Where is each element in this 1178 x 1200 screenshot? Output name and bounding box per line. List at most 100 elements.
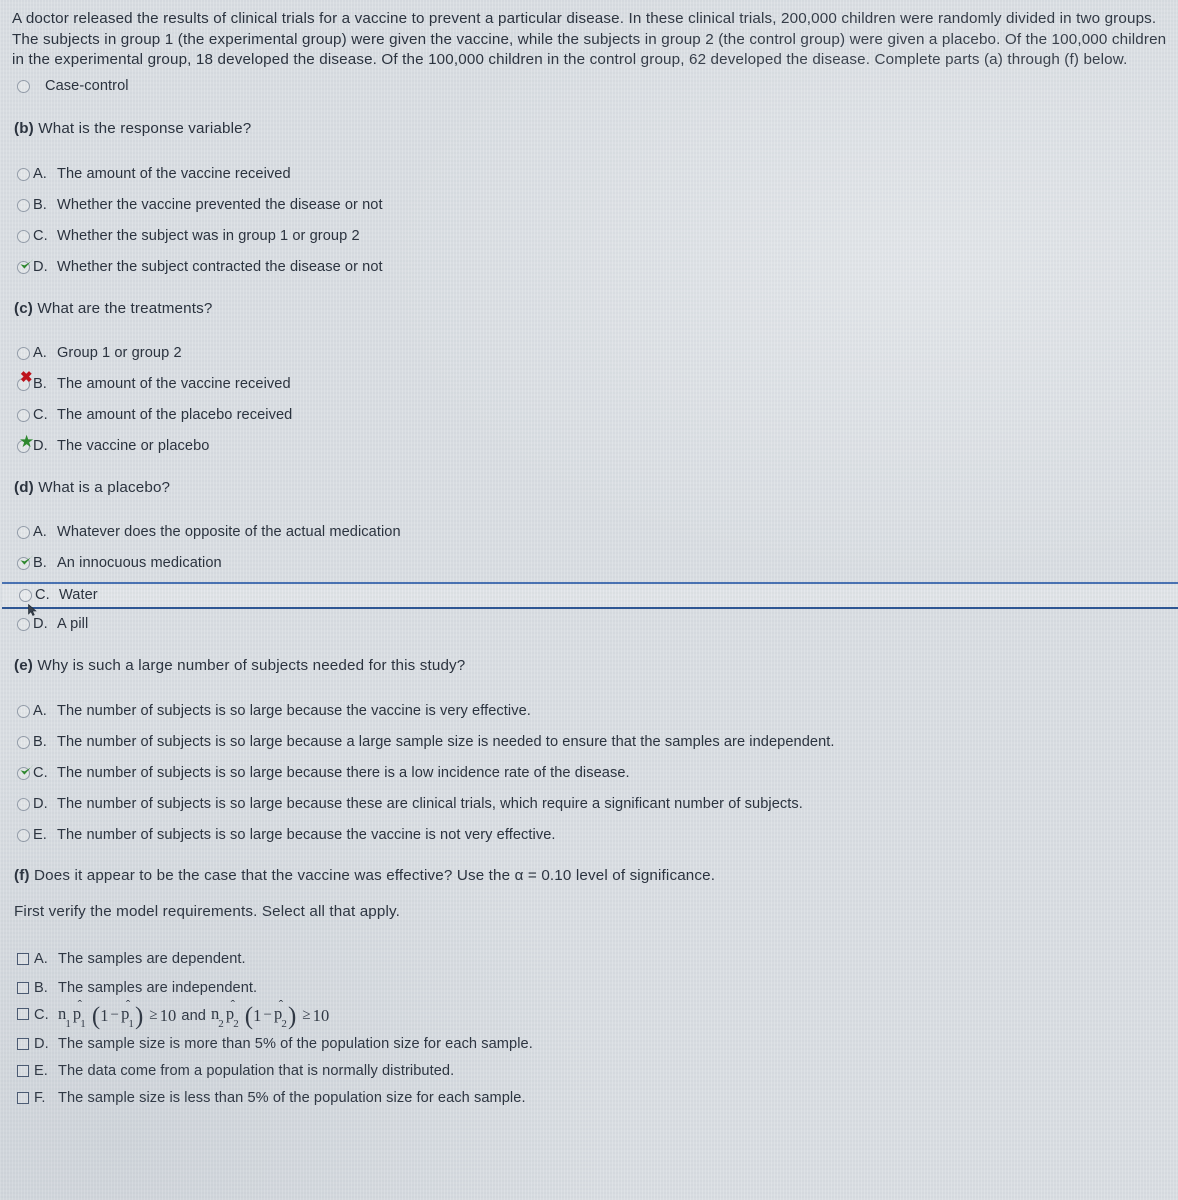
option-f-c[interactable]: C. n1 ˆ p1 ( 1 − ˆ p1 ) ≥ 10 and n2 ˆ p2 ( … [0, 996, 1178, 1031]
option-f-a[interactable]: A. The samples are dependent. [0, 950, 1178, 969]
question-e-text: Why is such a large number of subjects n… [37, 656, 466, 674]
radio-d-a[interactable] [16, 524, 33, 541]
option-label: The amount of the placebo received [57, 406, 293, 423]
option-b-b[interactable]: B. Whether the vaccine prevented the dis… [0, 196, 1178, 215]
question-f-text: Does it appear to be the case that the v… [34, 866, 716, 884]
radio-b-b[interactable] [16, 197, 33, 214]
paren-close-2: ) [287, 1003, 297, 1031]
radio-e-d[interactable] [16, 796, 33, 813]
option-letter: E. [33, 826, 47, 843]
option-letter: B. [33, 196, 47, 213]
option-label: The samples are independent. [58, 979, 258, 996]
option-b-a[interactable]: A. The amount of the vaccine received [0, 165, 1178, 184]
radio-c-a[interactable] [16, 345, 33, 362]
option-label: The number of subjects is so large becau… [57, 826, 556, 843]
question-f-instruction: First verify the model requirements. Sel… [14, 902, 400, 920]
green-check-icon [18, 761, 36, 779]
checkbox-f-a[interactable] [16, 952, 34, 969]
option-label: The number of subjects is so large becau… [57, 764, 630, 781]
question-d: (d) What is a placebo? [0, 478, 1178, 498]
radio-e-e[interactable] [16, 827, 33, 844]
formula-model-requirement: n1 ˆ p1 ( 1 − ˆ p1 ) ≥ 10 and n2 ˆ p2 ( 1 −… [58, 996, 330, 1031]
radio-circle-icon [17, 797, 30, 811]
formula-one-2: 1 [253, 1005, 262, 1025]
radio-b-a[interactable] [16, 166, 33, 183]
checkbox-f-c[interactable] [16, 1007, 34, 1024]
options-e: A. The number of subjects is so large be… [0, 702, 1178, 845]
option-letter: D. [33, 437, 48, 454]
option-letter: D. [34, 1036, 49, 1053]
radio-circle-icon [17, 704, 30, 718]
radio-e-a[interactable] [16, 703, 33, 720]
option-c-b[interactable]: ✖ B. The amount of the vaccine received [0, 370, 1178, 394]
checkbox-f-f[interactable] [16, 1091, 34, 1108]
formula-ten-1: 10 [159, 1005, 177, 1025]
option-letter: B. [34, 979, 48, 996]
question-c-text: What are the treatments? [37, 299, 213, 317]
option-letter: B. [33, 375, 47, 392]
option-b-d[interactable]: D. Whether the subject contracted the di… [0, 258, 1178, 277]
radio-b-c[interactable] [16, 228, 33, 245]
option-d-c[interactable]: C. Water [2, 581, 1178, 616]
paren-open: ( [91, 1003, 101, 1031]
option-b-c[interactable]: C. Whether the subject was in group 1 or… [0, 227, 1178, 246]
radio-circle-icon [17, 617, 30, 631]
question-b-text: What is the response variable? [38, 119, 252, 137]
option-c-c[interactable]: C. The amount of the placebo received [0, 406, 1178, 425]
checkbox-square-icon [17, 1065, 29, 1078]
checkbox-f-e[interactable] [16, 1064, 34, 1081]
radio-circle-icon [17, 167, 30, 181]
option-f-f[interactable]: F. The sample size is less than 5% of th… [0, 1089, 1178, 1108]
formula-ten-2: 10 [312, 1005, 330, 1025]
option-label: An innocuous medication [57, 554, 222, 571]
radio-circle-icon [17, 408, 30, 422]
radio-case-control[interactable] [16, 78, 33, 95]
formula-ge-1: ≥ [149, 1007, 158, 1024]
formula-phat1: ˆ p1 [72, 996, 86, 1031]
radio-e-c[interactable] [16, 764, 34, 782]
option-c-a[interactable]: A. Group 1 or group 2 [0, 344, 1178, 363]
option-e-a[interactable]: A. The number of subjects is so large be… [0, 702, 1178, 721]
question-d-prefix: (d) [14, 478, 34, 496]
option-label: The amount of the vaccine received [57, 165, 291, 182]
option-label: Whatever does the opposite of the actual… [57, 523, 401, 540]
option-f-e[interactable]: E. The data come from a population that … [0, 1062, 1178, 1081]
option-d-b[interactable]: B. An innocuous medication [0, 554, 1178, 573]
radio-circle-icon [17, 198, 30, 212]
option-label: A pill [57, 615, 89, 632]
option-f-b[interactable]: B. The samples are independent. [0, 979, 1178, 998]
option-e-e[interactable]: E. The number of subjects is so large be… [0, 826, 1178, 845]
radio-c-c[interactable] [16, 407, 33, 424]
checkbox-f-d[interactable] [16, 1037, 34, 1054]
option-c-d[interactable]: ★ D. The vaccine or placebo [0, 433, 1178, 456]
option-case-control[interactable]: Case-control [0, 77, 1178, 96]
checkbox-square-icon [17, 981, 29, 994]
radio-circle-icon [17, 229, 30, 243]
radio-d-c[interactable] [18, 587, 37, 616]
option-letter: C. [33, 406, 48, 423]
options-c: A. Group 1 or group 2 ✖ B. The amount of… [0, 344, 1178, 456]
checkbox-f-b[interactable] [16, 981, 34, 998]
formula-phat1b: ˆ p1 [121, 996, 134, 1031]
radio-e-b[interactable] [16, 734, 33, 751]
formula-n1: n1 [58, 1003, 71, 1031]
radio-c-d[interactable]: ★ [16, 433, 34, 455]
option-e-b[interactable]: B. The number of subjects is so large be… [0, 733, 1178, 752]
option-label: The number of subjects is so large becau… [57, 795, 803, 812]
formula-one: 1 [100, 1005, 109, 1025]
option-letter: F. [34, 1090, 46, 1107]
radio-c-b[interactable]: ✖ [16, 370, 33, 393]
radio-d-b[interactable] [16, 554, 34, 572]
option-f-d[interactable]: D. The sample size is more than 5% of th… [0, 1035, 1178, 1054]
option-d-d[interactable]: D. A pill [0, 615, 1178, 634]
option-e-d[interactable]: D. The number of subjects is so large be… [0, 795, 1178, 814]
radio-b-d[interactable] [16, 258, 34, 276]
option-e-c[interactable]: C. The number of subjects is so large be… [0, 764, 1178, 783]
red-cross-icon: ✖ [20, 368, 33, 386]
exercise-page: A doctor released the results of clinica… [0, 0, 1178, 1108]
radio-d-d[interactable] [16, 616, 33, 633]
option-letter: C. [35, 586, 50, 603]
radio-circle-icon [17, 735, 30, 749]
option-d-a[interactable]: A. Whatever does the opposite of the act… [0, 523, 1178, 542]
option-label: The vaccine or placebo [57, 437, 210, 454]
